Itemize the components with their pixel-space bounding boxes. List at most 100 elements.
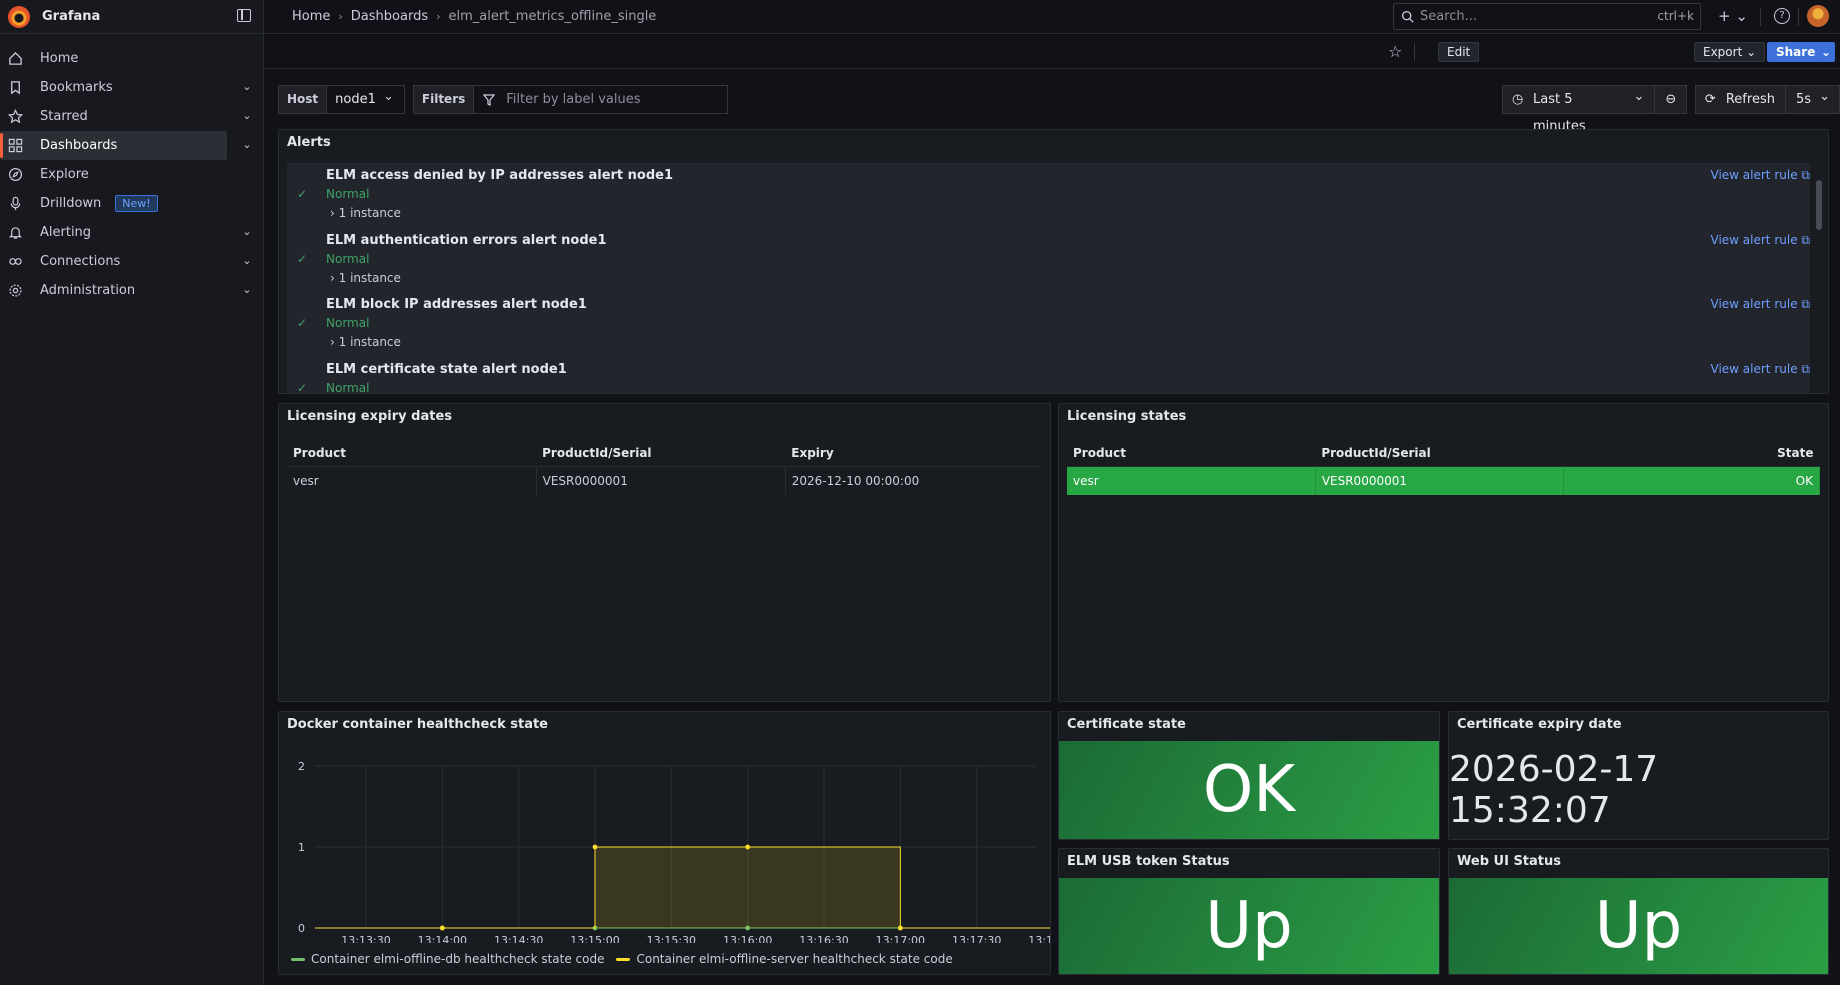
stat-background: Up (1059, 878, 1439, 974)
chevron-down-icon[interactable]: ⌄ (239, 137, 255, 153)
data-point (592, 844, 598, 850)
zoom-out-button[interactable]: ⊖ (1655, 85, 1688, 114)
new-plus-icon[interactable]: + ⌄ (1718, 7, 1748, 25)
alert-rule-row[interactable]: ✓ ELM block IP addresses alert node1 Norma… (287, 292, 1810, 358)
search-input[interactable]: Search... ctrl+k (1393, 3, 1701, 30)
chevron-down-icon[interactable]: ⌄ (239, 253, 255, 269)
help-icon[interactable]: ? (1774, 8, 1790, 24)
sidebar-item-bookmarks[interactable]: Bookmarks ⌄ (0, 73, 252, 102)
chevron-down-icon: ⌄ (1819, 89, 1830, 104)
table-cell: vesr (1067, 466, 1316, 495)
panel-title: Licensing expiry dates (287, 409, 453, 424)
bell-icon (8, 227, 23, 239)
chart-legend: Container elmi-offline-db healthcheck st… (291, 952, 965, 966)
x-tick-label: 13:17:00 (876, 934, 925, 943)
chevron-down-icon[interactable]: ⌄ (239, 282, 255, 298)
y-tick-label: 0 (298, 922, 305, 935)
x-tick-label: 13:15:00 (570, 934, 619, 943)
stat-value: 2026-02-17 15:32:07 (1449, 749, 1659, 831)
view-alert-rule-label: View alert rule (1710, 297, 1798, 311)
stat-background: 2026-02-17 15:32:07 (1449, 741, 1828, 839)
scrollbar[interactable] (1816, 172, 1822, 393)
chevron-down-icon[interactable]: ⌄ (239, 224, 255, 240)
alert-rule-row[interactable]: ✓ ELM access denied by IP addresses alert… (287, 163, 1810, 229)
sidebar-item-administration[interactable]: Administration ⌄ (0, 276, 252, 305)
refresh-icon: ⟳ (1704, 92, 1716, 107)
column-header[interactable]: Product (287, 440, 537, 467)
filters-input[interactable]: Filter by label values (474, 85, 729, 114)
sidebar-item-alerting[interactable]: Alerting ⌄ (0, 218, 252, 247)
sidebar-item-drilldown[interactable]: Drilldown New! (0, 189, 227, 218)
filters-placeholder: Filter by label values (506, 92, 641, 107)
search-placeholder: Search... (1420, 9, 1478, 24)
sidebar-item-label: Connections (40, 254, 121, 269)
grafana-logo-icon[interactable] (8, 5, 30, 28)
share-dropdown-button[interactable]: ⌄ (1817, 42, 1836, 62)
host-select[interactable]: node1 (327, 83, 405, 114)
sidebar-item-dashboards[interactable]: Dashboards ⌄ (0, 131, 252, 160)
sidebar-item-connections[interactable]: Connections ⌄ (0, 247, 252, 276)
sidebar-item-home[interactable]: Home (0, 44, 227, 73)
column-header[interactable]: ProductId/Serial (536, 440, 786, 467)
topbar: Home › Dashboards › elm_alert_metrics_of… (264, 0, 1840, 34)
dock-menu-icon[interactable] (237, 9, 251, 22)
alert-instances-toggle[interactable]: › 1 instance (330, 335, 401, 349)
x-tick-label: 13:13:30 (341, 934, 390, 943)
view-alert-rule-link[interactable]: View alert rule ⧉ (1711, 297, 1810, 312)
share-button[interactable]: Share (1767, 42, 1825, 62)
licensing-states-table: Product ProductId/Serial State vesr VESR… (1067, 440, 1820, 495)
alert-rule-row[interactable]: ✓ ELM certificate state alert node1 Normal… (287, 356, 1810, 394)
export-button[interactable]: Export ⌄ (1694, 42, 1766, 62)
column-header[interactable]: ProductId/Serial (1315, 440, 1564, 467)
table-cell: VESR0000001 (1315, 466, 1565, 495)
scrollbar-thumb[interactable] (1816, 180, 1822, 230)
table-row: vesr VESR0000001 2026-12-10 00:00:00 (287, 466, 1042, 495)
refresh-interval-select[interactable]: 5s ⌄ (1785, 85, 1840, 114)
avatar[interactable] (1807, 5, 1829, 27)
divider (1414, 43, 1415, 61)
view-alert-rule-link[interactable]: View alert rule ⧉ (1711, 233, 1810, 248)
healthcheck-chart: 0 1 2 13:13:30 13:14:00 13:14:30 13:15:00 13:15… (298, 760, 1050, 943)
star-icon[interactable]: ☆ (1388, 42, 1402, 61)
column-header[interactable]: Product (1067, 440, 1316, 467)
refresh-button[interactable]: ⟳ Refresh (1694, 85, 1786, 114)
home-icon (9, 51, 22, 65)
variables-row: Host node1 Filters Filter by label value… (278, 83, 729, 114)
panel-title: Alerts (287, 135, 331, 150)
breadcrumb-dashboards[interactable]: Dashboards (351, 9, 428, 24)
alert-instances-label: 1 instance (338, 270, 401, 285)
check-icon: ✓ (297, 380, 308, 394)
divider (1760, 8, 1761, 26)
link-icon (9, 258, 22, 265)
column-header[interactable]: Expiry (785, 440, 1042, 467)
alert-instances-toggle[interactable]: › 1 instance (330, 206, 401, 220)
edit-button[interactable]: Edit (1438, 42, 1480, 62)
chevron-right-icon: › (330, 335, 339, 349)
sidebar-item-label: Dashboards (40, 138, 118, 153)
sidebar-item-label: Home (40, 51, 79, 66)
view-alert-rule-link[interactable]: View alert rule ⧉ (1711, 168, 1810, 183)
time-range-picker[interactable]: ◷ Last 5 minutes ⌄ (1502, 85, 1656, 134)
legend-item[interactable]: Container elmi-offline-server healthchec… (616, 952, 953, 966)
view-alert-rule-link[interactable]: View alert rule ⧉ (1711, 362, 1810, 377)
column-header[interactable]: State (1563, 440, 1820, 467)
alert-rule-row[interactable]: ✓ ELM authentication errors alert node1 No… (287, 227, 1810, 294)
alert-instances-label: 1 instance (338, 335, 401, 349)
docker-healthcheck-panel: Docker container healthcheck state 0 1 2 13… (278, 711, 1051, 975)
sidebar-item-explore[interactable]: Explore (0, 160, 227, 189)
cog-icon (9, 284, 22, 297)
breadcrumb-separator-icon: › (436, 10, 441, 23)
stat-value: Up (1594, 889, 1683, 963)
sidebar-item-starred[interactable]: Starred ⌄ (0, 102, 252, 131)
chevron-down-icon[interactable]: ⌄ (239, 108, 255, 124)
external-link-icon: ⧉ (1801, 361, 1810, 376)
alert-instances-toggle[interactable]: › 1 instance (330, 271, 401, 285)
legend-item[interactable]: Container elmi-offline-db healthcheck st… (291, 952, 604, 966)
chevron-down-icon[interactable]: ⌄ (239, 79, 255, 95)
filter-icon (483, 94, 496, 106)
panel-title: Certificate expiry date (1457, 717, 1622, 732)
alert-state: Normal (326, 187, 370, 201)
breadcrumb-home[interactable]: Home (292, 9, 330, 24)
